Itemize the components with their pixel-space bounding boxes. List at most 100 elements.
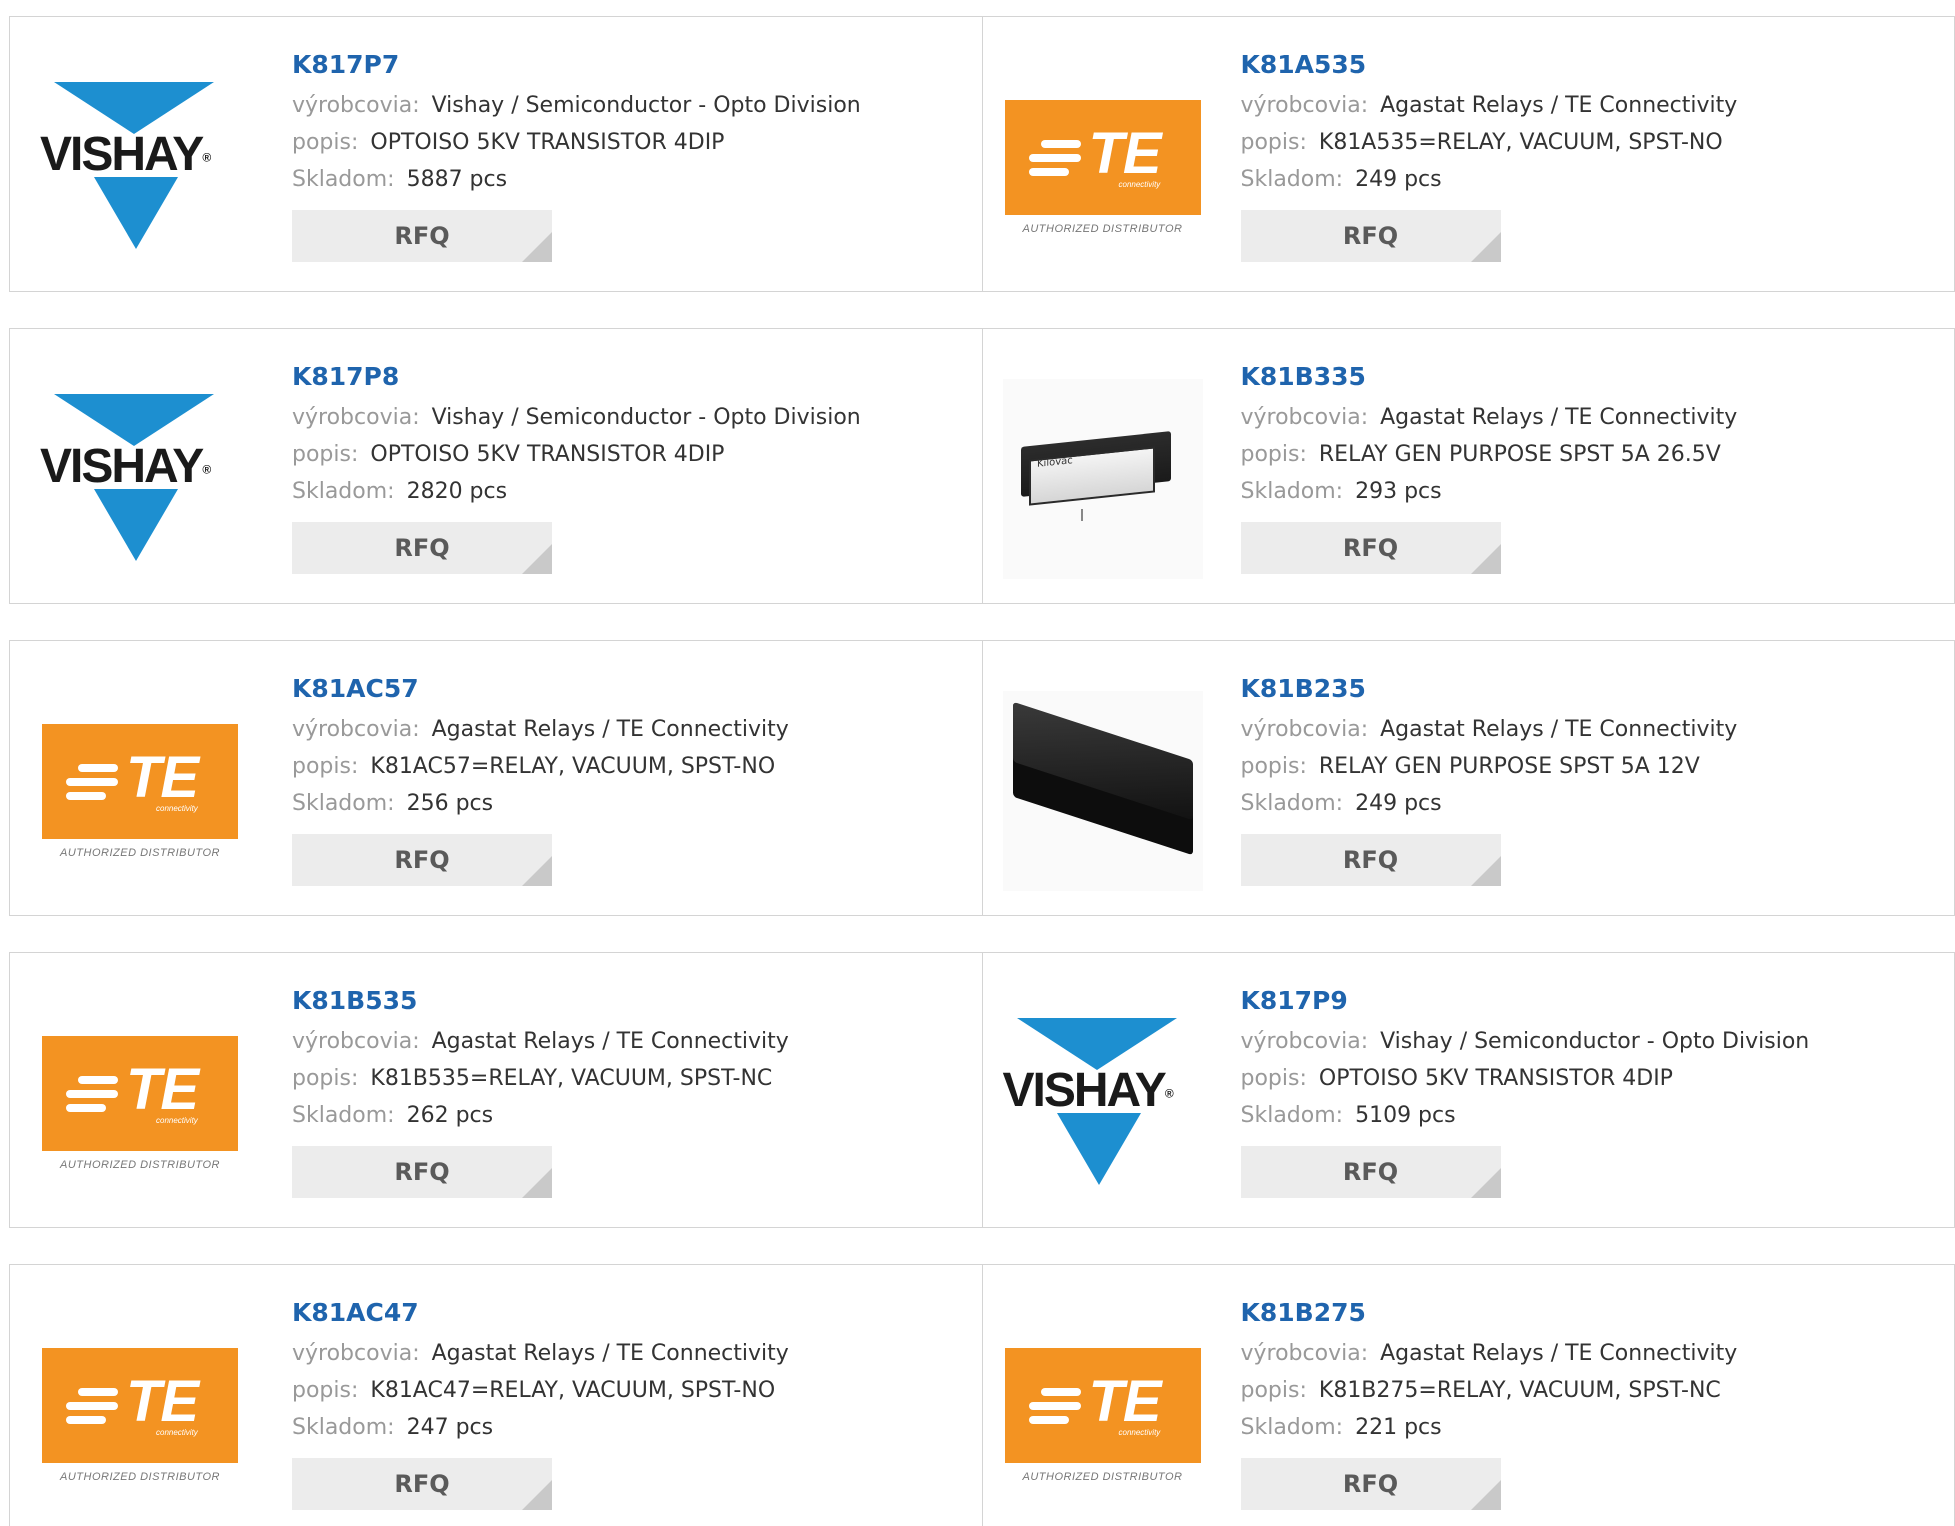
stock-value: 249 pcs bbox=[1355, 167, 1442, 192]
description-value: RELAY GEN PURPOSE SPST 5A 26.5V bbox=[1318, 442, 1721, 467]
rfq-button[interactable]: RFQ bbox=[292, 522, 552, 574]
manufacturer-value: Vishay / Semiconductor - Opto Division bbox=[431, 405, 861, 430]
manufacturer-value: Vishay / Semiconductor - Opto Division bbox=[1380, 1029, 1810, 1054]
te-logo[interactable]: TE connectivity AUTHORIZED DISTRIBUTOR bbox=[1003, 67, 1203, 267]
vishay-triangle-top bbox=[54, 82, 214, 134]
stock-value: 262 pcs bbox=[406, 1103, 494, 1128]
part-number-link[interactable]: K81A535 bbox=[1241, 47, 1738, 87]
product-card: TE connectivity AUTHORIZED DISTRIBUTOR K… bbox=[9, 640, 983, 916]
rfq-button[interactable]: RFQ bbox=[292, 1146, 552, 1198]
manufacturer-line: výrobcovia: Agastat Relays / TE Connectiv… bbox=[292, 717, 789, 742]
manufacturer-line: výrobcovia: Agastat Relays / TE Connectiv… bbox=[1240, 1341, 1738, 1366]
product-card: K81B235 výrobcovia: Agastat Relays / TE C… bbox=[982, 640, 1955, 916]
stock-line: Skladom: 293 pcs bbox=[1240, 479, 1442, 504]
te-logo-mark: TE connectivity AUTHORIZED DISTRIBUTOR bbox=[42, 1035, 238, 1171]
product-card: Kilovac K81B335 výrobcovia: Agastat Relay… bbox=[982, 328, 1955, 604]
rfq-button[interactable]: RFQ bbox=[1240, 1146, 1501, 1198]
manufacturer-line: výrobcovia: Vishay / Semiconductor - Opto… bbox=[292, 93, 861, 118]
description-value: K81B275=RELAY, VACUUM, SPST-NC bbox=[1318, 1378, 1721, 1403]
stock-line: Skladom: 2820 pcs bbox=[292, 479, 508, 504]
rfq-button[interactable]: RFQ bbox=[292, 210, 552, 262]
manufacturer-value: Vishay / Semiconductor - Opto Division bbox=[431, 93, 861, 118]
te-bars-icon bbox=[1028, 1387, 1081, 1430]
product-row: VISHAY® K817P8 výrobcovia: Vishay / Semic… bbox=[9, 328, 1955, 604]
manufacturer-line: výrobcovia: Agastat Relays / TE Connectiv… bbox=[1240, 405, 1738, 430]
te-logo[interactable]: TE connectivity AUTHORIZED DISTRIBUTOR bbox=[1003, 1315, 1203, 1515]
product-info: K81B275 výrobcovia: Agastat Relays / TE C… bbox=[1240, 1295, 1738, 1510]
description-line: popis: K81B275=RELAY, VACUUM, SPST-NC bbox=[1240, 1378, 1721, 1403]
stock-value: 2820 pcs bbox=[406, 479, 508, 504]
product-grid: VISHAY® K817P7 výrobcovia: Vishay / Semic… bbox=[9, 16, 1955, 1526]
rfq-button[interactable]: RFQ bbox=[1240, 210, 1501, 262]
stock-line: Skladom: 247 pcs bbox=[292, 1415, 494, 1440]
description-line: popis: K81A535=RELAY, VACUUM, SPST-NO bbox=[1240, 130, 1723, 155]
product-card: TE connectivity AUTHORIZED DISTRIBUTOR K… bbox=[9, 1264, 983, 1526]
part-number-link[interactable]: K81AC57 bbox=[292, 671, 789, 711]
stock-value: 5109 pcs bbox=[1355, 1103, 1456, 1128]
part-number-link[interactable]: K817P7 bbox=[292, 47, 861, 87]
te-logo-mark: TE connectivity AUTHORIZED DISTRIBUTOR bbox=[42, 723, 238, 859]
description-value: K81A535=RELAY, VACUUM, SPST-NO bbox=[1318, 130, 1723, 155]
te-logo-box: TE connectivity bbox=[42, 1347, 238, 1463]
stock-value: 256 pcs bbox=[406, 791, 494, 816]
stock-value: 293 pcs bbox=[1355, 479, 1442, 504]
product-info: K81AC47 výrobcovia: Agastat Relays / TE C… bbox=[292, 1295, 789, 1510]
authorized-distributor-text: AUTHORIZED DISTRIBUTOR bbox=[60, 1158, 220, 1171]
part-number-link[interactable]: K817P8 bbox=[292, 359, 861, 399]
product-row: TE connectivity AUTHORIZED DISTRIBUTOR K… bbox=[9, 952, 1955, 1228]
part-number-link[interactable]: K81AC47 bbox=[292, 1295, 789, 1335]
vishay-triangle-bottom bbox=[94, 177, 178, 249]
authorized-distributor-text: AUTHORIZED DISTRIBUTOR bbox=[1022, 1470, 1183, 1483]
product-row: TE connectivity AUTHORIZED DISTRIBUTOR K… bbox=[9, 1264, 1955, 1526]
black-relay-photo[interactable] bbox=[1002, 691, 1203, 891]
te-bars-icon bbox=[66, 1387, 118, 1430]
rfq-button[interactable]: RFQ bbox=[1240, 522, 1501, 574]
description-value: OPTOISO 5KV TRANSISTOR 4DIP bbox=[370, 442, 725, 467]
product-row: VISHAY® K817P7 výrobcovia: Vishay / Semic… bbox=[9, 16, 1955, 292]
part-number-link[interactable]: K817P9 bbox=[1241, 983, 1810, 1023]
rfq-button[interactable]: RFQ bbox=[292, 1458, 552, 1510]
vishay-triangle-bottom bbox=[94, 489, 178, 561]
part-number-link[interactable]: K81B335 bbox=[1241, 359, 1738, 399]
rfq-button[interactable]: RFQ bbox=[1240, 1458, 1501, 1510]
product-info: K817P8 výrobcovia: Vishay / Semiconductor… bbox=[292, 359, 861, 574]
description-value: K81AC57=RELAY, VACUUM, SPST-NO bbox=[370, 754, 776, 779]
te-logo[interactable]: TE connectivity AUTHORIZED DISTRIBUTOR bbox=[40, 691, 240, 891]
description-line: popis: RELAY GEN PURPOSE SPST 5A 26.5V bbox=[1240, 442, 1721, 467]
part-number-link[interactable]: K81B275 bbox=[1241, 1295, 1738, 1335]
manufacturer-line: výrobcovia: Agastat Relays / TE Connectiv… bbox=[292, 1341, 789, 1366]
te-logo-mark: TE connectivity AUTHORIZED DISTRIBUTOR bbox=[1004, 99, 1201, 235]
vishay-logo[interactable]: VISHAY® bbox=[40, 379, 240, 579]
stock-line: Skladom: 5887 pcs bbox=[292, 167, 508, 192]
manufacturer-line: výrobcovia: Agastat Relays / TE Connectiv… bbox=[1240, 717, 1738, 742]
te-logo-mark: TE connectivity AUTHORIZED DISTRIBUTOR bbox=[42, 1347, 238, 1483]
manufacturer-line: výrobcovia: Agastat Relays / TE Connectiv… bbox=[1240, 93, 1738, 118]
black-relay-image bbox=[1012, 701, 1193, 856]
vishay-triangle-top bbox=[54, 394, 214, 446]
vishay-logo[interactable]: VISHAY® bbox=[40, 67, 240, 267]
product-card: TE connectivity AUTHORIZED DISTRIBUTOR K… bbox=[982, 16, 1955, 292]
part-number-link[interactable]: K81B235 bbox=[1241, 671, 1738, 711]
stock-value: 5887 pcs bbox=[406, 167, 508, 192]
kilovac-relay-photo[interactable]: Kilovac bbox=[1002, 379, 1203, 579]
description-line: popis: OPTOISO 5KV TRANSISTOR 4DIP bbox=[292, 130, 725, 155]
vishay-logo[interactable]: VISHAY® bbox=[1003, 1003, 1203, 1203]
manufacturer-value: Agastat Relays / TE Connectivity bbox=[431, 1341, 789, 1366]
te-logo[interactable]: TE connectivity AUTHORIZED DISTRIBUTOR bbox=[40, 1315, 240, 1515]
product-photo: Kilovac bbox=[1002, 379, 1203, 579]
te-logo-box: TE connectivity bbox=[1004, 99, 1201, 215]
description-value: RELAY GEN PURPOSE SPST 5A 12V bbox=[1318, 754, 1700, 779]
rfq-button[interactable]: RFQ bbox=[292, 834, 552, 886]
description-value: OPTOISO 5KV TRANSISTOR 4DIP bbox=[1318, 1066, 1673, 1091]
te-bars-icon bbox=[1028, 139, 1081, 182]
stock-line: Skladom: 5109 pcs bbox=[1240, 1103, 1456, 1128]
rfq-button[interactable]: RFQ bbox=[1240, 834, 1501, 886]
description-line: popis: K81AC47=RELAY, VACUUM, SPST-NO bbox=[292, 1378, 776, 1403]
stock-line: Skladom: 221 pcs bbox=[1240, 1415, 1442, 1440]
vishay-wordmark: VISHAY® bbox=[40, 128, 211, 181]
te-logo[interactable]: TE connectivity AUTHORIZED DISTRIBUTOR bbox=[40, 1003, 240, 1203]
product-row: TE connectivity AUTHORIZED DISTRIBUTOR K… bbox=[9, 640, 1955, 916]
part-number-link[interactable]: K81B535 bbox=[292, 983, 789, 1023]
product-photo bbox=[1002, 691, 1203, 891]
product-info: K81A535 výrobcovia: Agastat Relays / TE C… bbox=[1240, 47, 1738, 262]
